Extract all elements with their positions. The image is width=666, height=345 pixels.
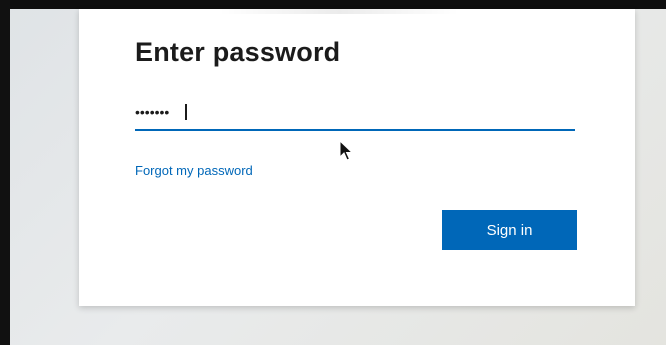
password-field-container xyxy=(135,95,575,131)
screen-frame-top xyxy=(0,0,666,9)
password-input[interactable] xyxy=(135,95,575,131)
screen-frame-left xyxy=(0,0,10,345)
forgot-password-link[interactable]: Forgot my password xyxy=(135,163,253,178)
sign-in-button[interactable]: Sign in xyxy=(442,210,577,250)
mouse-pointer-icon xyxy=(339,140,353,161)
page-title: Enter password xyxy=(135,37,341,67)
text-caret xyxy=(185,104,187,120)
card-top-shadow xyxy=(219,9,459,14)
signin-card: Enter password Forgot my password Sign i… xyxy=(79,9,635,306)
